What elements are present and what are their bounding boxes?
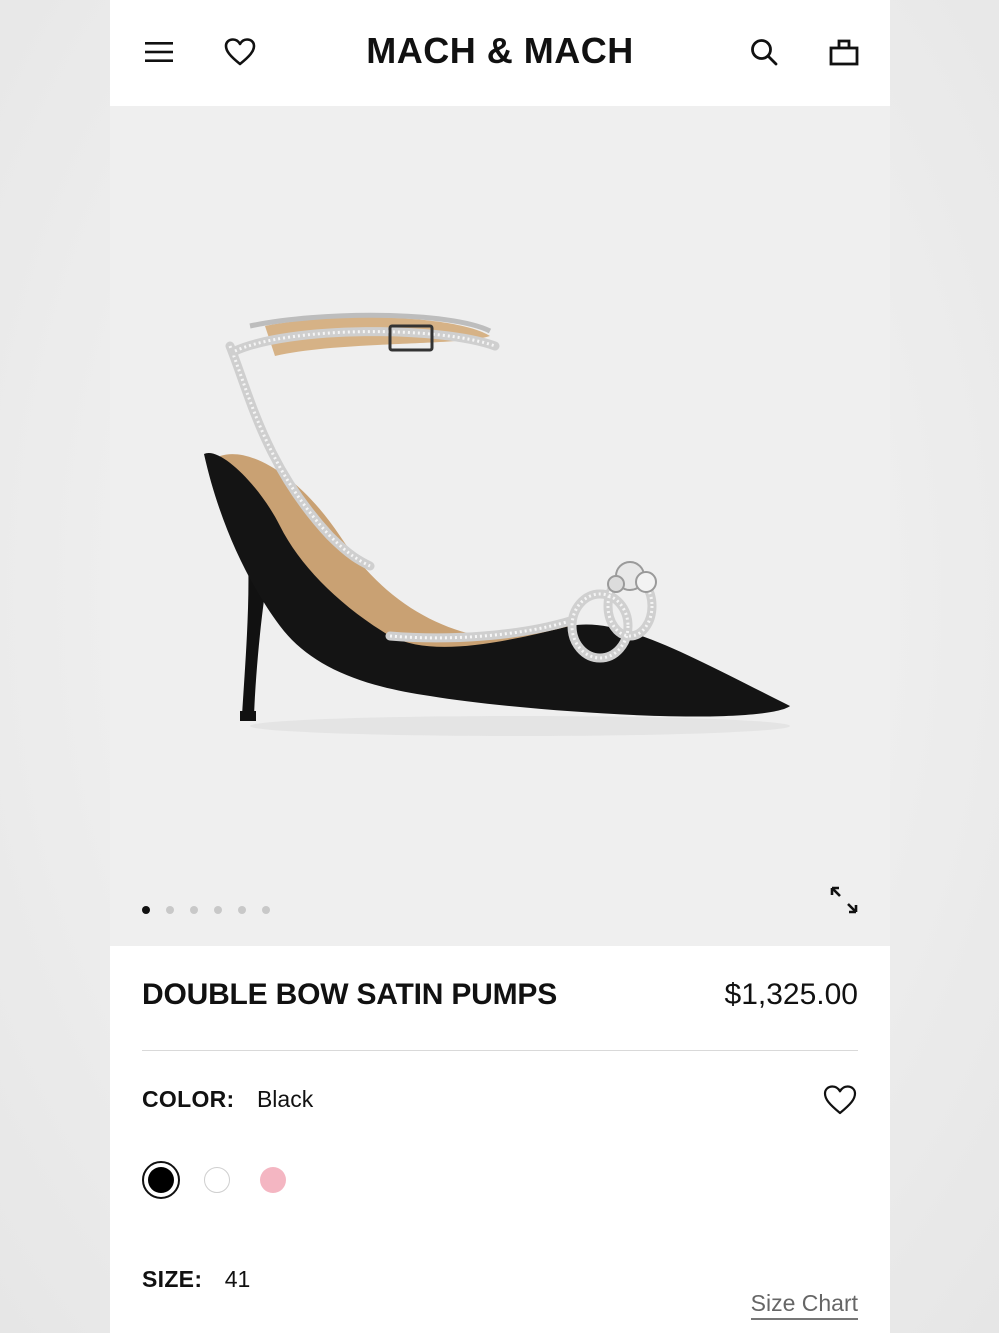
color-row: COLOR: Black	[142, 1085, 858, 1116]
title-row: DOUBLE BOW SATIN PUMPS $1,325.00	[142, 978, 858, 1018]
divider	[142, 1050, 858, 1051]
product-gallery[interactable]	[110, 106, 890, 946]
color-value: Black	[256, 1086, 314, 1112]
mobile-screen: MACH & MACH DOUBLE BOW SATIN PUMPS $1,32…	[110, 0, 890, 1333]
color-swatch-black[interactable]	[142, 1161, 180, 1199]
color-label: COLOR:	[142, 1086, 235, 1112]
gallery-pagination[interactable]	[142, 906, 270, 914]
size-value: 41	[224, 1266, 251, 1292]
gallery-dot[interactable]	[190, 906, 198, 914]
swatch-color	[148, 1167, 174, 1193]
swatch-color	[204, 1167, 230, 1193]
color-swatch-white[interactable]	[198, 1161, 236, 1199]
product-image	[204, 312, 790, 736]
gallery-dot[interactable]	[238, 906, 246, 914]
gallery-dot[interactable]	[214, 906, 222, 914]
search-icon[interactable]	[744, 32, 784, 72]
wishlist-heart-icon[interactable]	[822, 1082, 858, 1118]
size-label: SIZE:	[142, 1266, 203, 1292]
bag-icon[interactable]	[824, 32, 864, 72]
header: MACH & MACH	[110, 0, 890, 106]
gallery-dot[interactable]	[142, 906, 150, 914]
gallery-dot[interactable]	[166, 906, 174, 914]
gallery-dot[interactable]	[262, 906, 270, 914]
size-row: SIZE: 41	[142, 1266, 250, 1296]
expand-icon[interactable]	[826, 882, 862, 918]
color-swatches	[142, 1160, 310, 1200]
color-swatch-pink[interactable]	[254, 1161, 292, 1199]
swatch-color	[260, 1167, 286, 1193]
product-title: DOUBLE BOW SATIN PUMPS	[142, 978, 558, 1011]
size-chart-link[interactable]: Size Chart	[750, 1290, 858, 1320]
product-price: $1,325.00	[724, 978, 858, 1011]
